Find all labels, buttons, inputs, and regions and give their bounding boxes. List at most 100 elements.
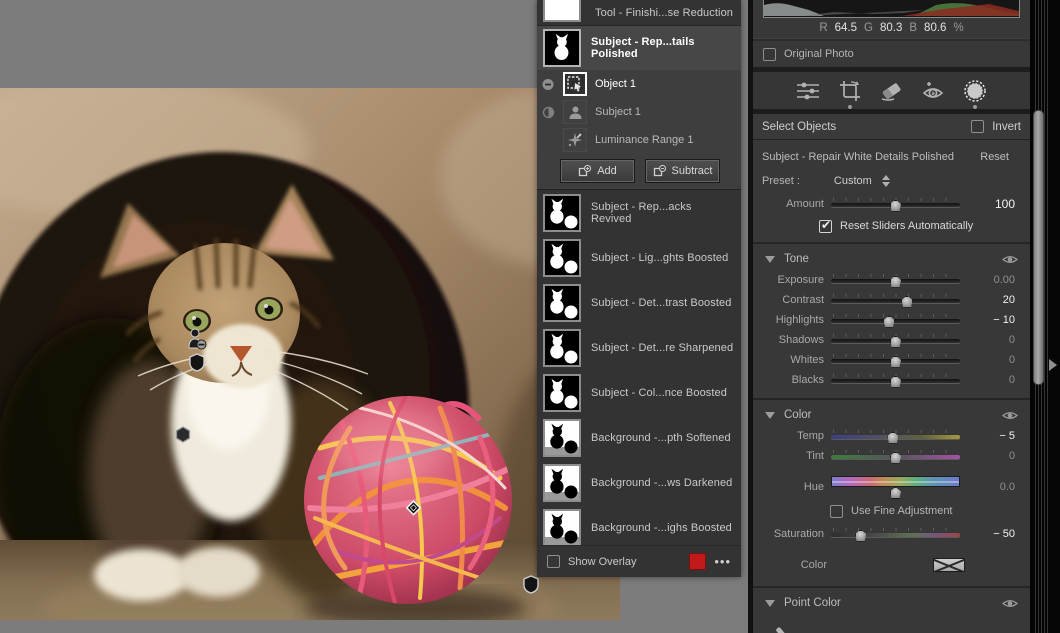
eye-icon[interactable] bbox=[1002, 598, 1018, 609]
eye-icon[interactable] bbox=[1002, 254, 1018, 265]
fine-adjustment-checkbox[interactable] bbox=[830, 505, 843, 518]
mask-thumbnail bbox=[543, 239, 581, 277]
hue-slider[interactable] bbox=[831, 474, 960, 500]
overlay-options-icon[interactable]: ••• bbox=[714, 557, 731, 567]
mask-item[interactable]: Subject - Det...re Sharpened bbox=[537, 325, 741, 370]
collapse-triangle-icon[interactable] bbox=[765, 412, 775, 419]
slider-value: 0.0 bbox=[960, 481, 1016, 493]
blacks-slider[interactable] bbox=[831, 373, 960, 388]
edit-sliders-icon[interactable] bbox=[791, 74, 825, 108]
amount-label: Amount bbox=[753, 198, 831, 210]
point-color-section: Point Color bbox=[753, 588, 1030, 633]
mask-item-tool-finishing[interactable]: Tool - Finishi...se Reduction bbox=[537, 0, 741, 26]
right-edge-strip bbox=[1030, 0, 1060, 633]
highlights-slider-row: Highlights − 10 bbox=[753, 310, 1030, 330]
eye-icon[interactable] bbox=[1002, 410, 1018, 421]
slider-label: Hue bbox=[753, 481, 831, 493]
slider-value: − 10 bbox=[960, 314, 1016, 326]
slider-label: Shadows bbox=[753, 334, 831, 346]
color-title: Color bbox=[784, 409, 1002, 421]
rgb-unit: % bbox=[953, 22, 963, 34]
whites-slider[interactable] bbox=[831, 353, 960, 368]
mask-item[interactable]: Subject - Rep...acks Revived bbox=[537, 190, 741, 235]
slider-value: 0 bbox=[960, 334, 1016, 346]
shadows-slider[interactable] bbox=[831, 333, 960, 348]
mask-item-label: Background -...ws Darkened bbox=[591, 477, 732, 489]
mask-thumbnail bbox=[543, 419, 581, 457]
point-color-title: Point Color bbox=[784, 597, 1002, 609]
mask-pin-shield-bottom[interactable] bbox=[523, 575, 539, 594]
mask-item-selected[interactable]: Subject - Rep...tails Polished bbox=[537, 26, 741, 70]
mask-item[interactable]: Background -...ighs Boosted bbox=[537, 505, 741, 550]
color-swatch[interactable] bbox=[933, 558, 965, 572]
preset-stepper-icon[interactable] bbox=[882, 175, 890, 187]
mask-item[interactable]: Subject - Det...trast Boosted bbox=[537, 280, 741, 325]
r-value: 64.5 bbox=[835, 22, 857, 34]
exposure-slider-row: Exposure 0.00 bbox=[753, 270, 1030, 290]
mask-component-subject[interactable]: Subject 1 bbox=[537, 98, 741, 126]
saturation-slider[interactable] bbox=[831, 527, 960, 542]
original-photo-label: Original Photo bbox=[784, 48, 854, 60]
contrast-slider[interactable] bbox=[831, 293, 960, 308]
tint-slider[interactable] bbox=[831, 449, 960, 464]
mask-thumbnail bbox=[543, 29, 581, 67]
invert-checkbox[interactable] bbox=[971, 120, 984, 133]
mask-item[interactable]: Subject - Lig...ghts Boosted bbox=[537, 235, 741, 280]
mask-component-object[interactable]: Object 1 bbox=[537, 70, 741, 98]
collapse-triangle-icon[interactable] bbox=[765, 256, 775, 263]
preset-select[interactable]: Custom bbox=[834, 175, 872, 187]
mask-pin-subject-subtract[interactable] bbox=[187, 328, 207, 351]
slider-label: Contrast bbox=[753, 294, 831, 306]
temp-slider[interactable] bbox=[831, 429, 960, 444]
eyedropper-icon[interactable] bbox=[769, 622, 799, 633]
original-photo-checkbox[interactable] bbox=[763, 48, 776, 61]
mask-component-luminance[interactable]: Luminance Range 1 bbox=[537, 126, 741, 154]
mask-thumbnail bbox=[543, 374, 581, 412]
mask-thumbnail bbox=[543, 0, 581, 22]
masking-tool-icon[interactable] bbox=[958, 74, 992, 108]
slider-label: Highlights bbox=[753, 314, 831, 326]
amount-slider[interactable] bbox=[831, 197, 960, 212]
panel-collapse-arrow-icon[interactable] bbox=[1049, 359, 1057, 371]
whites-slider-row: Whites 0 bbox=[753, 350, 1030, 370]
scrollbar-thumb[interactable] bbox=[1033, 110, 1044, 385]
mask-settings: Subject - Repair White Details Polished … bbox=[753, 140, 1030, 244]
mask-item-label: Subject - Rep...tails Polished bbox=[591, 36, 735, 60]
b-label: B bbox=[909, 22, 917, 34]
crop-tool-icon[interactable] bbox=[833, 74, 867, 108]
overlay-color-swatch[interactable] bbox=[689, 553, 706, 570]
reset-button[interactable]: Reset bbox=[980, 151, 1021, 163]
photo-canvas[interactable] bbox=[0, 88, 620, 620]
exposure-slider[interactable] bbox=[831, 273, 960, 288]
masks-panel: Tool - Finishi...se Reduction Subject - … bbox=[537, 0, 741, 577]
healing-tool-icon[interactable] bbox=[874, 74, 908, 108]
mask-pin-diamond-selected[interactable] bbox=[404, 498, 423, 517]
mask-pin-hexagon[interactable] bbox=[175, 426, 191, 443]
tool-strip bbox=[753, 72, 1030, 110]
reset-sliders-checkbox[interactable] bbox=[819, 220, 832, 233]
mask-pin-shield[interactable] bbox=[189, 353, 205, 372]
invert-label: Invert bbox=[992, 121, 1021, 133]
mask-item[interactable]: Background -...ws Darkened bbox=[537, 460, 741, 505]
add-button[interactable]: Add bbox=[561, 160, 634, 182]
slider-label: Temp bbox=[753, 430, 831, 442]
show-overlay-checkbox[interactable] bbox=[547, 555, 560, 568]
histogram[interactable] bbox=[763, 0, 1020, 18]
mask-item[interactable]: Subject - Col...nce Boosted bbox=[537, 370, 741, 415]
active-mask-title: Subject - Repair White Details Polished bbox=[762, 151, 954, 163]
tone-section: Tone Exposure 0.00 Contrast 20 Highlight… bbox=[753, 244, 1030, 400]
slider-label: Blacks bbox=[753, 374, 831, 386]
amount-slider-row: Amount 100 bbox=[753, 194, 1030, 214]
tool-active-dot bbox=[973, 105, 977, 109]
hue-slider-row: Hue 0.0 bbox=[753, 474, 1030, 500]
subtract-button[interactable]: Subtract bbox=[646, 160, 719, 182]
mask-item[interactable]: Background -...pth Softened bbox=[537, 415, 741, 460]
mask-item-label: Subject - Rep...acks Revived bbox=[591, 201, 735, 225]
develop-right-panel: R 64.5 G 80.3 B 80.6 % Original Photo bbox=[753, 0, 1030, 633]
red-eye-tool-icon[interactable] bbox=[916, 74, 950, 108]
collapse-triangle-icon[interactable] bbox=[765, 600, 775, 607]
mask-item-label: Background -...ighs Boosted bbox=[591, 522, 732, 534]
slider-value: 0.00 bbox=[960, 274, 1016, 286]
object-select-icon bbox=[563, 72, 587, 96]
highlights-slider[interactable] bbox=[831, 313, 960, 328]
